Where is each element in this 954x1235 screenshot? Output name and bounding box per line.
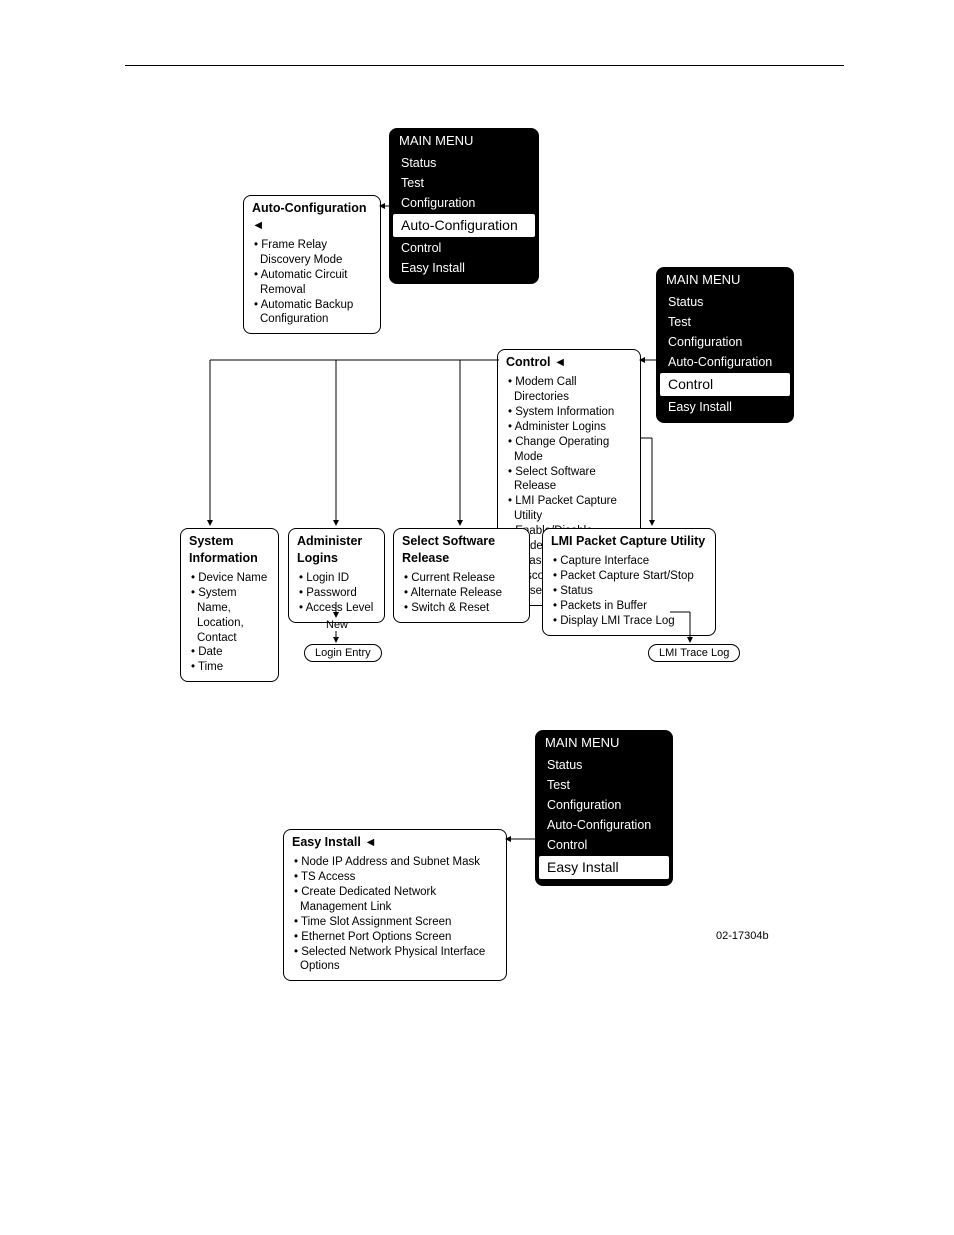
system-information-box: System Information Device Name System Na…: [180, 528, 279, 682]
menu-item: Test: [656, 312, 794, 332]
divider: [125, 65, 844, 66]
box-title: Administer Logins: [297, 533, 376, 567]
main-menu-3: MAIN MENU Status Test Configuration Auto…: [535, 730, 673, 886]
box-title: Select Software Release: [402, 533, 521, 567]
menu-item: Test: [389, 173, 539, 193]
box-title: System Information: [189, 533, 270, 567]
figure-number: 02-17304b: [716, 930, 769, 942]
menu-highlight: Easy Install: [539, 856, 669, 878]
menu-item: Configuration: [535, 795, 673, 815]
menu-item: Control: [535, 835, 673, 855]
menu-title: MAIN MENU: [656, 267, 794, 292]
menu-item: Auto-Configuration: [535, 815, 673, 835]
menu-title: MAIN MENU: [535, 730, 673, 755]
menu-item: Easy Install: [656, 397, 794, 417]
menu-highlight: Control: [660, 373, 790, 395]
box-list: Capture Interface Packet Capture Start/S…: [551, 554, 707, 629]
box-list: Frame Relay Discovery Mode Automatic Cir…: [252, 238, 372, 328]
box-list: Login ID Password Access Level: [297, 571, 376, 616]
box-list: Current Release Alternate Release Switch…: [402, 571, 521, 616]
lmi-packet-capture-box: LMI Packet Capture Utility Capture Inter…: [542, 528, 716, 636]
easy-install-box: Easy Install ◄ Node IP Address and Subne…: [283, 829, 507, 981]
auto-configuration-box: Auto-Configuration ◄ Frame Relay Discove…: [243, 195, 381, 334]
main-menu-1: MAIN MENU Status Test Configuration Auto…: [389, 128, 539, 284]
administer-logins-box: Administer Logins Login ID Password Acce…: [288, 528, 385, 623]
menu-item: Status: [535, 755, 673, 775]
box-title: Easy Install ◄: [292, 834, 498, 851]
box-title: Control ◄: [506, 354, 632, 371]
menu-title: MAIN MENU: [389, 128, 539, 153]
menu-item: Auto-Configuration: [656, 352, 794, 372]
menu-item: Control: [389, 238, 539, 258]
select-software-release-box: Select Software Release Current Release …: [393, 528, 530, 623]
menu-highlight: Auto-Configuration: [393, 214, 535, 236]
menu-item: Configuration: [389, 193, 539, 213]
menu-item: Status: [389, 153, 539, 173]
box-title: Auto-Configuration ◄: [252, 200, 372, 234]
menu-item: Test: [535, 775, 673, 795]
menu-item: Easy Install: [389, 258, 539, 278]
login-entry-pill: Login Entry: [304, 644, 382, 662]
new-label: New: [326, 619, 348, 631]
main-menu-2: MAIN MENU Status Test Configuration Auto…: [656, 267, 794, 423]
box-list: Device Name System Name, Location, Conta…: [189, 571, 270, 676]
lmi-trace-log-pill: LMI Trace Log: [648, 644, 740, 662]
box-title: LMI Packet Capture Utility: [551, 533, 707, 550]
menu-item: Configuration: [656, 332, 794, 352]
box-list: Node IP Address and Subnet Mask TS Acces…: [292, 855, 498, 975]
menu-item: Status: [656, 292, 794, 312]
